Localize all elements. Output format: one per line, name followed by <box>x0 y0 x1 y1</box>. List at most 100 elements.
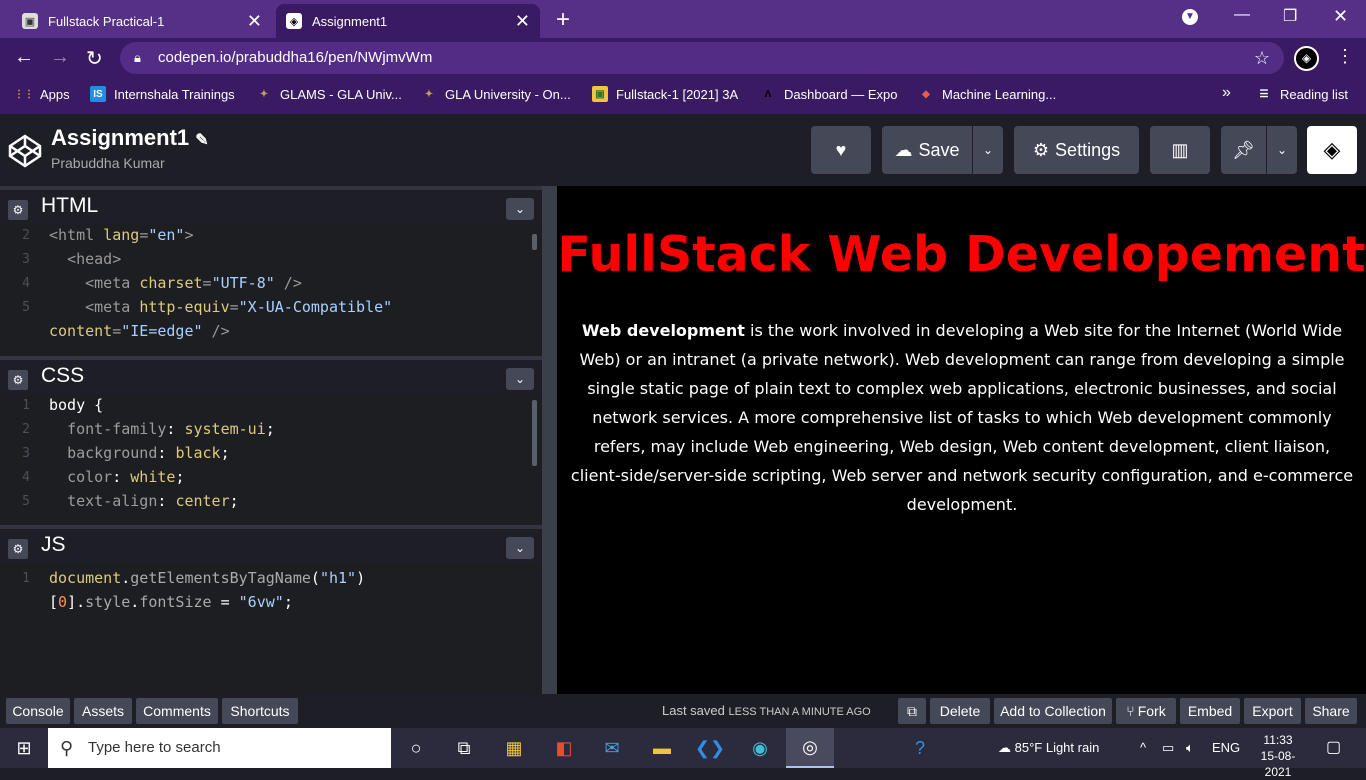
comments-button[interactable]: Comments <box>136 698 218 724</box>
editor-title: CSS <box>41 364 85 387</box>
battery-icon[interactable]: ▭ <box>1162 740 1174 756</box>
chevron-down-icon[interactable]: ⌄ <box>506 537 534 559</box>
notification-icon[interactable]: ▢ <box>1326 737 1341 757</box>
lock-icon[interactable]: 🔒︎ <box>134 42 141 74</box>
pin-button[interactable]: 📌︎ <box>1221 126 1266 174</box>
layout-button[interactable]: ▥ <box>1150 126 1210 174</box>
bookmark-expo[interactable]: Λ Dashboard — Expo <box>760 86 898 102</box>
add-to-collection-button[interactable]: Add to Collection <box>994 698 1112 724</box>
codepen-footer: Console Assets Comments Shortcuts Last s… <box>0 694 1366 728</box>
preview-heading: FullStack Web Developement <box>557 226 1366 283</box>
weather-widget[interactable]: ☁ 85°F Light rain <box>998 740 1099 756</box>
task-view-icon[interactable]: ⧉ <box>452 736 476 760</box>
bookmark-machine-learning[interactable]: ◆ Machine Learning... <box>918 86 1056 102</box>
html-editor[interactable]: 2 <html lang="en"> 3 <head> 4 <meta charset… <box>0 224 542 356</box>
assets-button[interactable]: Assets <box>74 698 132 724</box>
codepen-logo-icon[interactable] <box>8 134 42 168</box>
chevron-down-icon[interactable]: ⌄ <box>506 368 534 390</box>
console-button[interactable]: Console <box>6 698 70 724</box>
code-line: [0].style.fontSize = "6vw"; <box>49 593 293 611</box>
menu-icon[interactable]: ⋮ <box>1336 46 1354 67</box>
code-line: background: black; <box>67 444 230 462</box>
language-indicator[interactable]: ENG <box>1212 740 1240 755</box>
chevron-down-icon[interactable]: ▼ <box>1182 9 1198 25</box>
delete-button[interactable]: Delete <box>930 698 990 724</box>
js-editor-header: ⚙ JS ⌄ <box>0 525 542 563</box>
back-icon[interactable]: ← <box>14 46 34 69</box>
office-icon[interactable]: ◧ <box>552 736 576 760</box>
shortcuts-button[interactable]: Shortcuts <box>222 698 298 724</box>
new-tab-button[interactable]: + <box>556 6 570 34</box>
bold-text: Web development <box>581 321 745 340</box>
line-number: 2 <box>22 228 30 243</box>
clock[interactable]: 11:33 15-08-2021 <box>1250 732 1306 780</box>
pencil-icon[interactable]: ✎ <box>195 132 208 149</box>
external-link-icon: ⧉ <box>907 702 917 719</box>
share-button[interactable]: Share <box>1305 698 1357 724</box>
star-icon[interactable]: ☆ <box>1254 42 1270 74</box>
save-button[interactable]: ☁ Save <box>882 126 972 174</box>
line-number: 1 <box>22 571 30 586</box>
reload-icon[interactable]: ↻ <box>86 46 103 71</box>
chevron-down-icon: ⌄ <box>1276 143 1288 157</box>
close-icon[interactable]: ✕ <box>247 11 262 32</box>
gear-icon[interactable]: ⚙ <box>8 370 28 390</box>
code-line: <html lang="en"> <box>49 226 194 244</box>
code-line: document.getElementsByTagName("h1") <box>49 569 366 587</box>
js-editor[interactable]: 1 document.getElementsByTagName("h1") [0].… <box>0 563 542 694</box>
external-link-button[interactable]: ⧉ <box>898 698 926 724</box>
chevron-down-icon: ⌄ <box>982 143 994 157</box>
reading-list-button[interactable]: ☰ Reading list <box>1256 86 1348 102</box>
export-button[interactable]: Export <box>1244 698 1301 724</box>
embed-button[interactable]: Embed <box>1180 698 1240 724</box>
window-close-icon[interactable]: ✕ <box>1333 6 1348 27</box>
scrollbar[interactable] <box>532 400 537 466</box>
cloud-icon: ☁ <box>998 740 1011 755</box>
chevron-down-icon[interactable]: ⌄ <box>506 198 534 220</box>
bookmark-gla-university[interactable]: ✦ GLA University - On... <box>421 86 571 102</box>
maximize-icon[interactable]: ❐ <box>1283 6 1297 26</box>
browser-tab-strip: ▣ Fullstack Practical-1 ✕ ◈ Assignment1 … <box>0 0 1366 38</box>
edge-icon[interactable]: ◉ <box>748 736 772 760</box>
windows-start-icon[interactable]: ⊞ <box>12 736 36 760</box>
pen-author[interactable]: Prabuddha Kumar <box>51 155 165 171</box>
user-avatar[interactable]: ◈ <box>1307 126 1357 174</box>
gear-icon[interactable]: ⚙ <box>8 539 28 559</box>
volume-icon[interactable]: 🔈︎ <box>1186 740 1194 756</box>
address-bar[interactable]: 🔒︎ codepen.io/prabuddha16/pen/NWjmvWm ☆ <box>120 42 1284 74</box>
close-icon[interactable]: ✕ <box>515 11 530 32</box>
tray-chevron-up-icon[interactable]: ^ <box>1140 740 1146 755</box>
cortana-icon[interactable]: ○ <box>404 736 428 760</box>
code-line: body { <box>49 396 104 414</box>
forward-icon[interactable]: → <box>50 46 70 69</box>
vscode-icon[interactable]: ❮❯ <box>695 736 725 760</box>
mail-icon[interactable]: ✉ <box>600 736 624 760</box>
more-bookmarks-button[interactable]: » <box>1222 84 1231 102</box>
bookmark-internshala[interactable]: IS Internshala Trainings <box>90 86 235 102</box>
bookmark-glams[interactable]: ✦ GLAMS - GLA Univ... <box>256 86 402 102</box>
gear-icon[interactable]: ⚙ <box>8 200 28 220</box>
store-icon[interactable]: ▦ <box>502 736 526 760</box>
tab-fullstack-practical[interactable]: ▣ Fullstack Practical-1 ✕ <box>8 4 272 38</box>
bookmark-apps[interactable]: ⋮⋮ Apps <box>14 86 70 102</box>
settings-button[interactable]: ⚙ Settings <box>1014 126 1139 174</box>
scrollbar[interactable] <box>532 234 537 250</box>
minimize-icon[interactable]: — <box>1234 6 1250 24</box>
fork-icon: ⑂ <box>1126 703 1135 719</box>
reading-list-icon: ☰ <box>1259 88 1269 100</box>
file-explorer-icon[interactable]: ▬ <box>650 736 674 760</box>
save-options-button[interactable]: ⌄ <box>973 126 1003 174</box>
bookmark-fullstack[interactable]: ▣ Fullstack-1 [2021] 3A <box>592 86 738 102</box>
heart-button[interactable]: ♥ <box>811 126 871 174</box>
help-icon[interactable]: ? <box>908 736 932 760</box>
css-editor[interactable]: 1 body {2 font-family: system-ui; 3 backgr… <box>0 394 542 525</box>
taskbar-search[interactable]: ⚲ Type here to search <box>48 728 391 768</box>
tab-title: Fullstack Practical-1 <box>48 13 165 29</box>
tab-assignment1[interactable]: ◈ Assignment1 ✕ <box>276 4 540 38</box>
chrome-icon[interactable]: ◎ <box>786 728 834 768</box>
pen-title[interactable]: Assignment1 ✎ <box>51 125 209 151</box>
fork-button[interactable]: ⑂ Fork <box>1116 698 1176 724</box>
profile-avatar[interactable]: ◈ <box>1294 46 1319 71</box>
resize-handle[interactable] <box>542 186 557 694</box>
pin-options-button[interactable]: ⌄ <box>1267 126 1297 174</box>
